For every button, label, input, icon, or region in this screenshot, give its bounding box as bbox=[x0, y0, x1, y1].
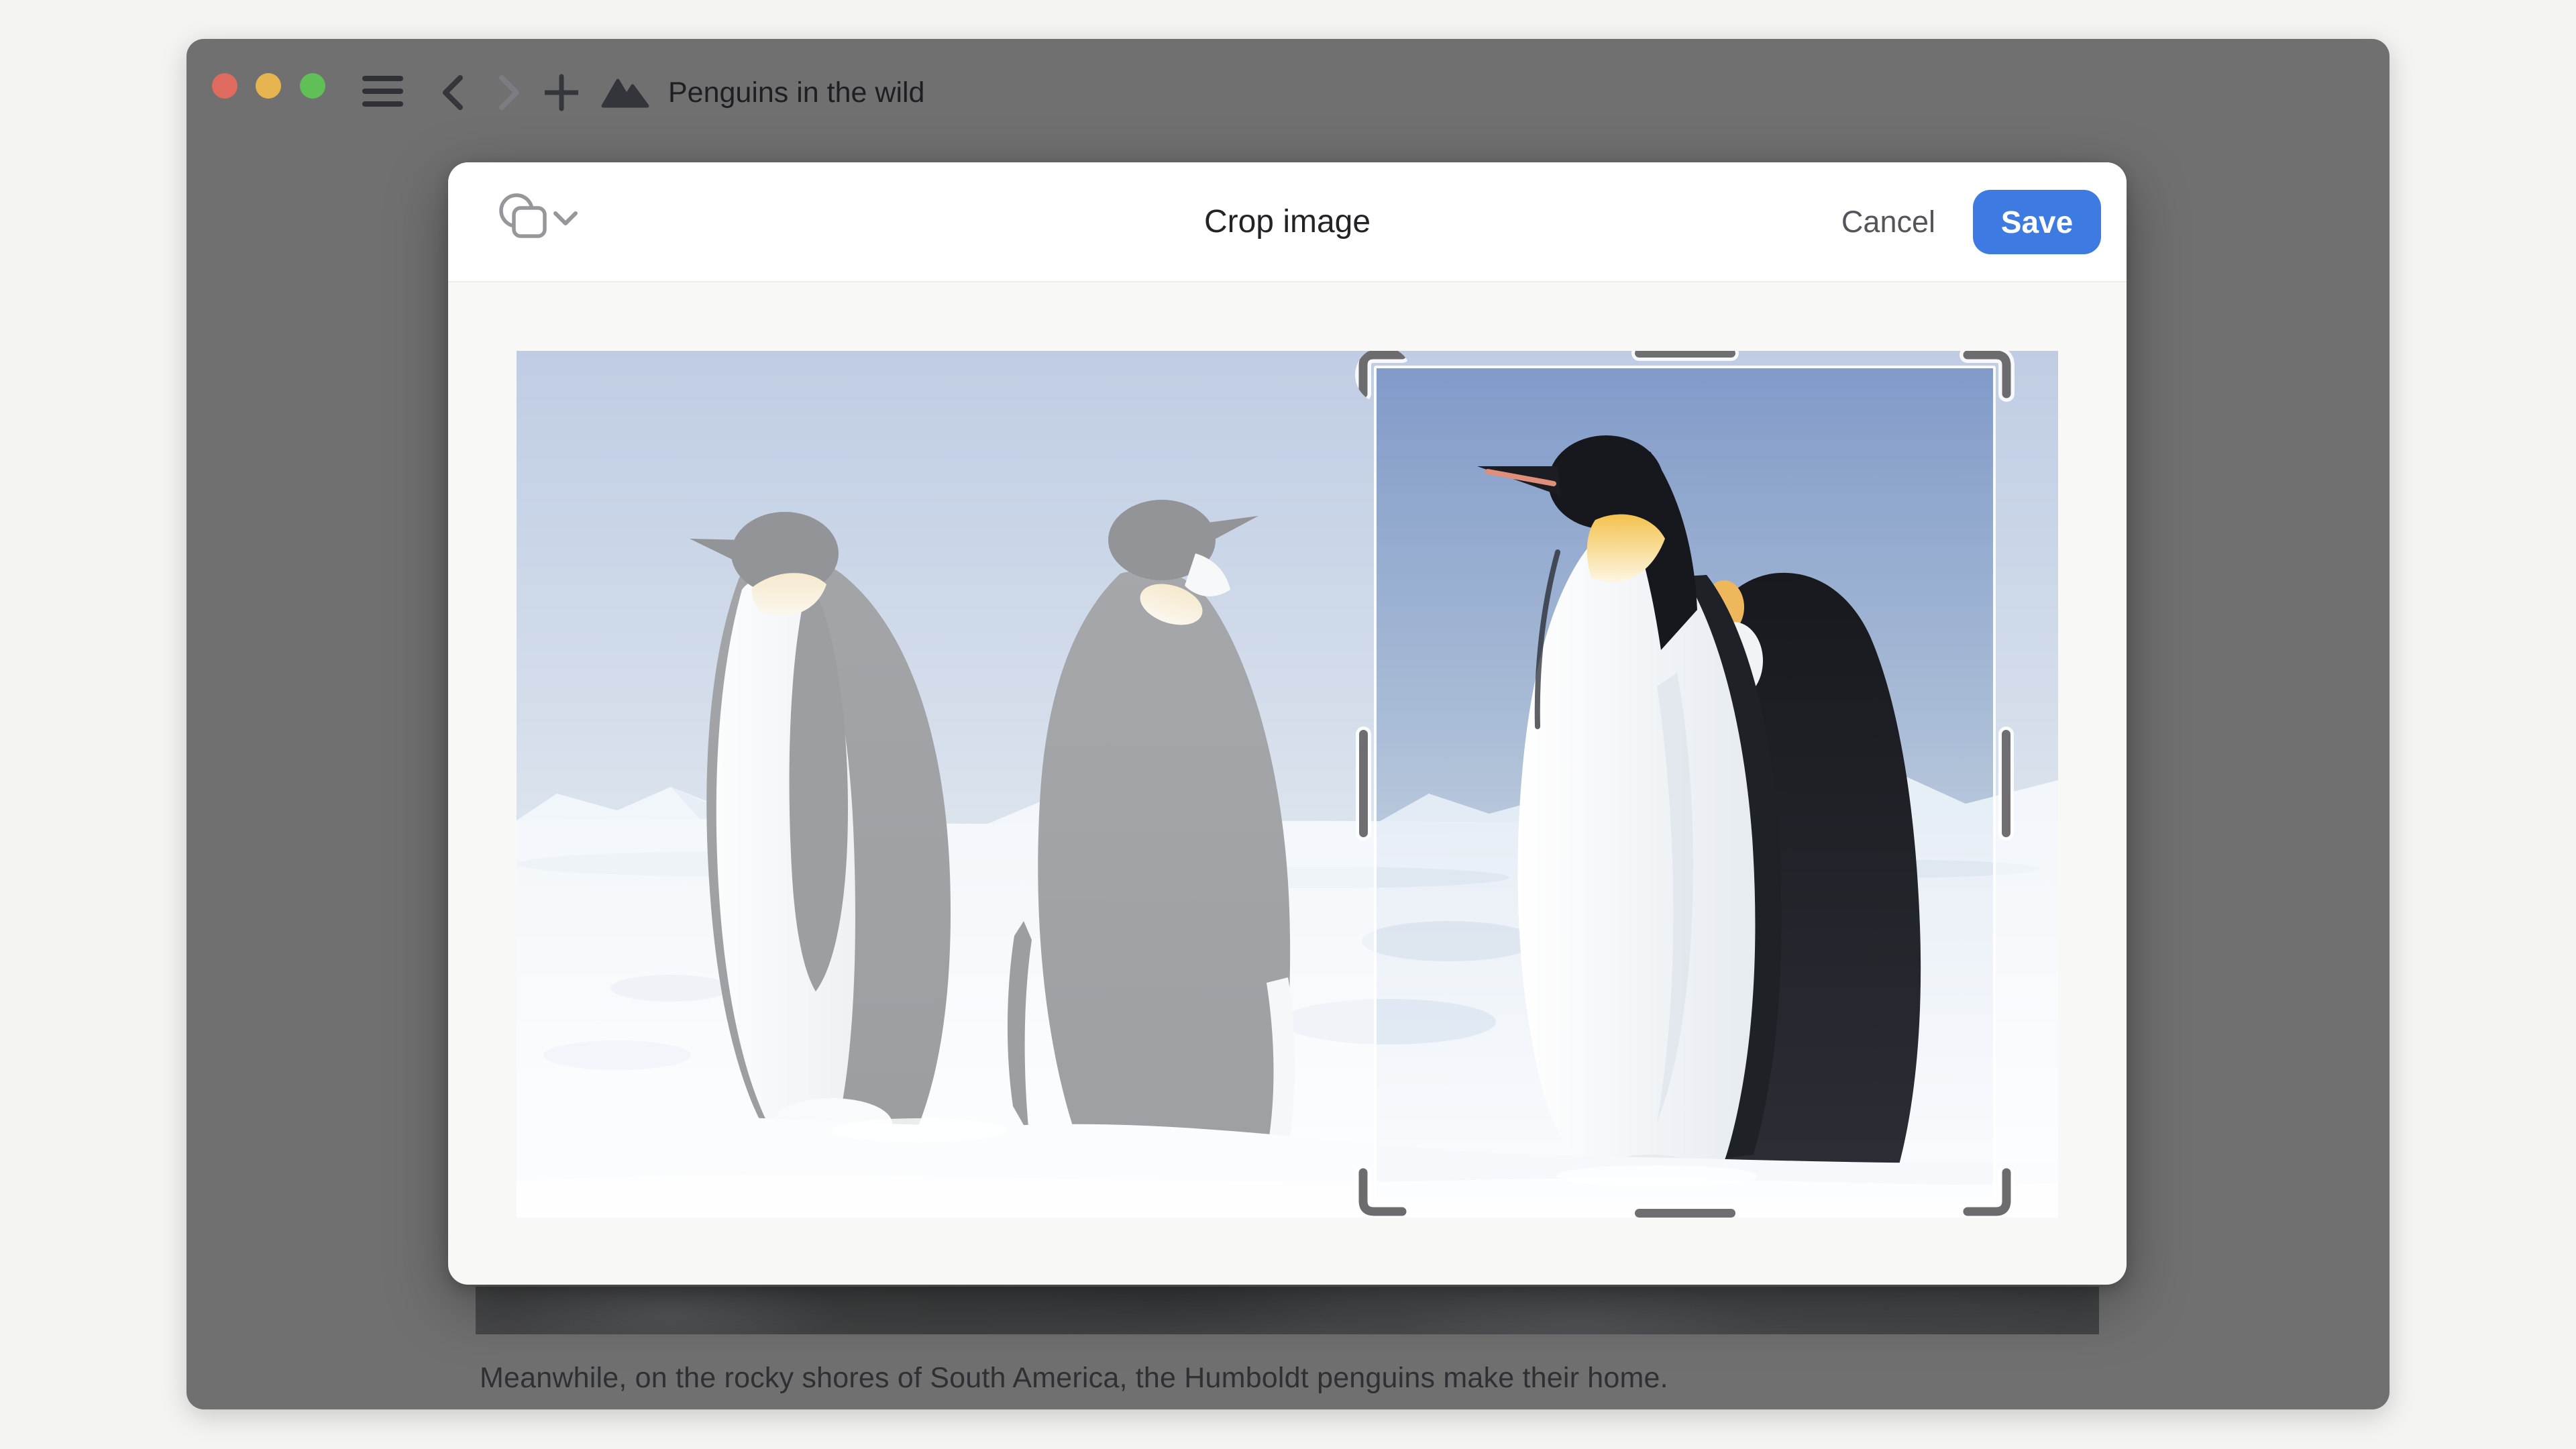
crop-handle-left[interactable] bbox=[1359, 730, 1368, 837]
crop-dialog: Crop image Cancel Save bbox=[448, 162, 2127, 1285]
crop-selection[interactable] bbox=[1374, 366, 1996, 1201]
crop-handle-top[interactable] bbox=[1635, 351, 1735, 358]
image-mountain-icon[interactable] bbox=[601, 75, 649, 109]
save-button[interactable]: Save bbox=[1973, 190, 2101, 254]
forward-icon[interactable] bbox=[496, 74, 523, 111]
minimize-window-button[interactable] bbox=[256, 73, 281, 99]
menu-icon[interactable] bbox=[362, 76, 403, 107]
page-title: Penguins in the wild bbox=[668, 76, 924, 109]
crop-handle-top-right[interactable] bbox=[1958, 351, 2015, 403]
back-icon[interactable] bbox=[439, 74, 466, 111]
crop-handle-right[interactable] bbox=[2002, 730, 2010, 837]
titlebar: Penguins in the wild bbox=[186, 39, 2390, 146]
crop-handle-bottom[interactable] bbox=[1635, 1209, 1735, 1218]
cancel-button[interactable]: Cancel bbox=[1835, 205, 1942, 239]
close-window-button[interactable] bbox=[212, 73, 237, 99]
crop-dialog-header: Crop image Cancel Save bbox=[448, 162, 2127, 282]
dialog-actions: Cancel Save bbox=[1835, 162, 2101, 281]
crop-handle-bottom-left[interactable] bbox=[1355, 1163, 1411, 1218]
crop-handle-bottom-right[interactable] bbox=[1958, 1163, 2015, 1218]
crop-canvas bbox=[517, 351, 2058, 1218]
desktop-background: Penguins in the wild Meanwhile, on the r… bbox=[0, 0, 2576, 1449]
add-icon[interactable] bbox=[545, 74, 578, 111]
document-caption: Meanwhile, on the rocky shores of South … bbox=[480, 1362, 1668, 1395]
crop-handle-top-left[interactable] bbox=[1355, 351, 1411, 403]
zoom-window-button[interactable] bbox=[300, 73, 325, 99]
document-photo-edge bbox=[476, 1287, 2099, 1334]
